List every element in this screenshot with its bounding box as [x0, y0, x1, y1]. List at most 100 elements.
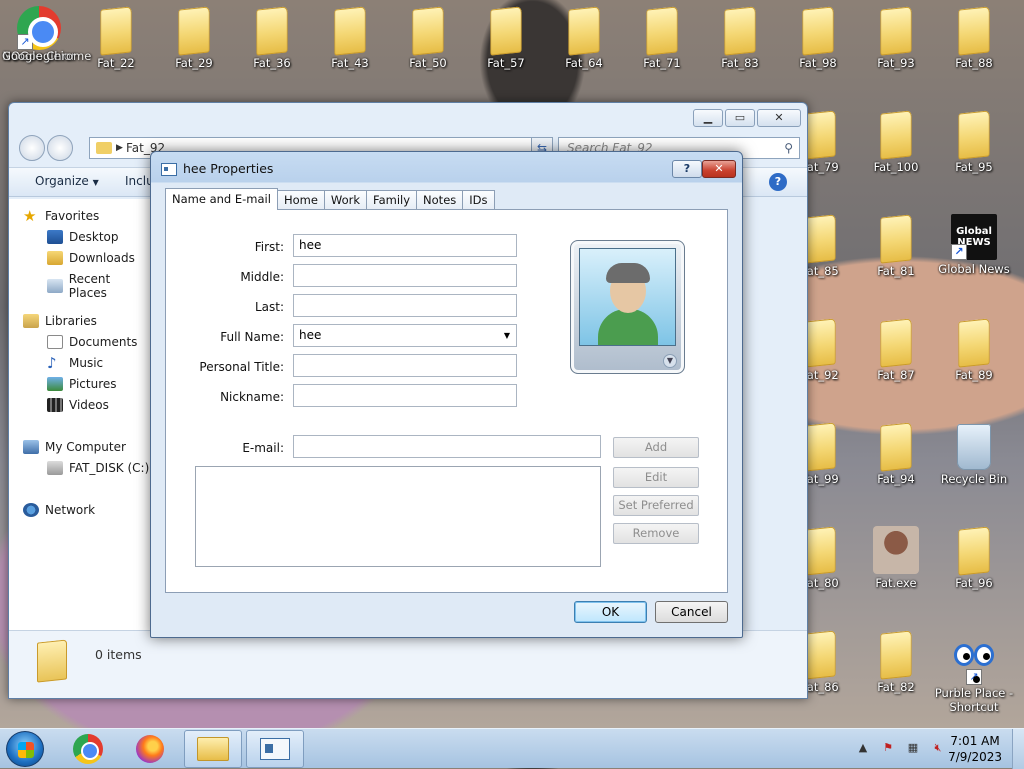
tab-notes[interactable]: Notes	[416, 190, 464, 210]
desktop-icon-folder[interactable]: Fat_100	[859, 110, 933, 174]
first-name-field[interactable]: hee	[293, 234, 517, 257]
tab-work[interactable]: Work	[323, 190, 368, 210]
desktop-icon-folder[interactable]: Fat_43	[313, 6, 387, 70]
close-button[interactable]: ✕	[702, 160, 736, 178]
desktop-icon-folder[interactable]: Fat_96	[937, 526, 1011, 590]
maximize-button[interactable]: ▭	[725, 109, 755, 127]
desktop-icon-folder[interactable]: Fat_88	[937, 6, 1011, 70]
nav-pictures[interactable]: Pictures	[47, 377, 117, 391]
desktop-icon	[47, 230, 63, 244]
nav-music[interactable]: ♪ Music	[47, 356, 103, 371]
item-count: 0 items	[95, 647, 142, 662]
minimize-button[interactable]: ▁	[693, 109, 723, 127]
taskbar-explorer[interactable]	[184, 730, 242, 768]
chrome-icon: ↗	[17, 6, 61, 50]
contact-picture[interactable]: ▼	[570, 240, 685, 374]
desktop-icon-chrome[interactable]: ↗ NOGoogleior Google Chrome	[2, 6, 91, 63]
nav-downloads[interactable]: Downloads	[47, 251, 135, 265]
show-desktop-button[interactable]	[1012, 729, 1024, 769]
shortcut-arrow-icon: ↗	[951, 244, 967, 260]
folder-icon	[256, 6, 288, 56]
desktop-icon-folder[interactable]: Fat_95	[937, 110, 1011, 174]
add-email-button[interactable]: Add	[613, 437, 699, 458]
desktop-icon-folder[interactable]: Fat_81	[859, 214, 933, 278]
organize-menu[interactable]: Organize ▼	[35, 174, 99, 188]
nickname-field[interactable]	[293, 384, 517, 407]
email-list[interactable]	[195, 466, 601, 567]
nav-libraries[interactable]: Libraries	[23, 314, 97, 328]
help-button[interactable]: ?	[672, 160, 702, 178]
middle-name-field[interactable]	[293, 264, 517, 287]
desktop-icon-folder[interactable]: Fat_82	[859, 630, 933, 694]
volume-muted-icon[interactable]: 🔇︎	[930, 740, 946, 756]
desktop-icon-folder[interactable]: Fat_64	[547, 6, 621, 70]
start-button[interactable]	[6, 731, 44, 767]
set-preferred-button[interactable]: Set Preferred	[613, 495, 699, 516]
taskbar-firefox[interactable]	[121, 730, 179, 768]
taskbar-contacts[interactable]	[246, 730, 304, 768]
chevron-down-icon[interactable]: ▼	[663, 354, 677, 368]
desktop-icon-fat-exe[interactable]: Fat.exe	[859, 526, 933, 590]
taskbar-chrome[interactable]	[59, 730, 117, 768]
desktop-icon-folder[interactable]: Fat_98	[781, 6, 855, 70]
desktop-icon-folder[interactable]: Fat_87	[859, 318, 933, 382]
nav-favorites[interactable]: ★ Favorites	[23, 209, 99, 224]
nav-network[interactable]: Network	[23, 503, 95, 517]
nav-my-computer[interactable]: My Computer	[23, 440, 126, 454]
last-name-field[interactable]	[293, 294, 517, 317]
folder-icon	[804, 422, 836, 472]
desktop-icon-recycle-bin[interactable]: Recycle Bin	[937, 424, 1011, 486]
desktop-icon-folder[interactable]: Fat_93	[859, 6, 933, 70]
nav-recent-places[interactable]: Recent Places	[47, 272, 151, 300]
system-tray: ▲ ⚑ ▦ 🔇︎	[855, 740, 946, 756]
desktop-icon-folder[interactable]: Fat_71	[625, 6, 699, 70]
network-icon	[23, 503, 39, 517]
full-name-combobox[interactable]: hee ▼	[293, 324, 517, 347]
tab-home[interactable]: Home	[276, 190, 325, 210]
desktop-icon-folder[interactable]: Fat_22	[79, 6, 153, 70]
folder-icon	[568, 6, 600, 56]
clock-time: 7:01 AM	[950, 734, 1000, 748]
tab-name-and-email[interactable]: Name and E-mail	[165, 188, 278, 210]
clock[interactable]: 7:01 AM 7/9/2023	[948, 733, 1002, 765]
back-button[interactable]	[19, 135, 45, 161]
close-button[interactable]: ✕	[757, 109, 801, 127]
network-tray-icon[interactable]: ▦	[905, 740, 921, 756]
last-label: Last:	[254, 300, 284, 314]
nav-documents[interactable]: Documents	[47, 335, 137, 349]
desktop-icon-folder[interactable]: Fat_94	[859, 422, 933, 486]
tab-ids[interactable]: IDs	[462, 190, 495, 210]
remove-email-button[interactable]: Remove	[613, 523, 699, 544]
desktop-icon-global-news[interactable]: Global NEWS ↗ Global News	[937, 214, 1011, 276]
chevron-down-icon[interactable]: ▼	[504, 325, 510, 346]
cancel-button[interactable]: Cancel	[655, 601, 728, 623]
contact-avatar-icon	[579, 248, 676, 346]
folder-icon	[804, 630, 836, 680]
email-field[interactable]	[293, 435, 601, 458]
desktop-icon-folder[interactable]: Fat_29	[157, 6, 231, 70]
desktop-icon-folder[interactable]: Fat_83	[703, 6, 777, 70]
ok-button[interactable]: OK	[574, 601, 647, 623]
nav-label: FAT_DISK (C:)	[69, 461, 150, 475]
desktop-icon-folder[interactable]: Fat_89	[937, 318, 1011, 382]
desktop-icon-folder[interactable]: Fat_50	[391, 6, 465, 70]
edit-email-button[interactable]: Edit	[613, 467, 699, 488]
help-icon[interactable]: ?	[769, 173, 787, 191]
disk-drive-icon	[47, 461, 63, 475]
desktop-icon-purble-place[interactable]: ↗ Purble Place - Shortcut	[932, 638, 1016, 714]
nav-desktop[interactable]: Desktop	[47, 230, 119, 244]
chevron-up-icon[interactable]: ▲	[855, 740, 871, 756]
tab-strip: Name and E-mail Home Work Family Notes I…	[165, 188, 495, 210]
flag-icon[interactable]: ⚑	[880, 740, 896, 756]
nav-label: Videos	[69, 398, 109, 412]
nav-videos[interactable]: Videos	[47, 398, 109, 412]
forward-button[interactable]	[47, 135, 73, 161]
tab-family[interactable]: Family	[366, 190, 418, 210]
desktop-icon-folder[interactable]: Fat_36	[235, 6, 309, 70]
folder-icon	[880, 214, 912, 264]
nav-label: Desktop	[69, 230, 119, 244]
personal-title-field[interactable]	[293, 354, 517, 377]
search-icon[interactable]: ⚲	[784, 138, 793, 158]
desktop-icon-folder[interactable]: Fat_57	[469, 6, 543, 70]
nav-fat-disk[interactable]: FAT_DISK (C:)	[47, 461, 149, 475]
